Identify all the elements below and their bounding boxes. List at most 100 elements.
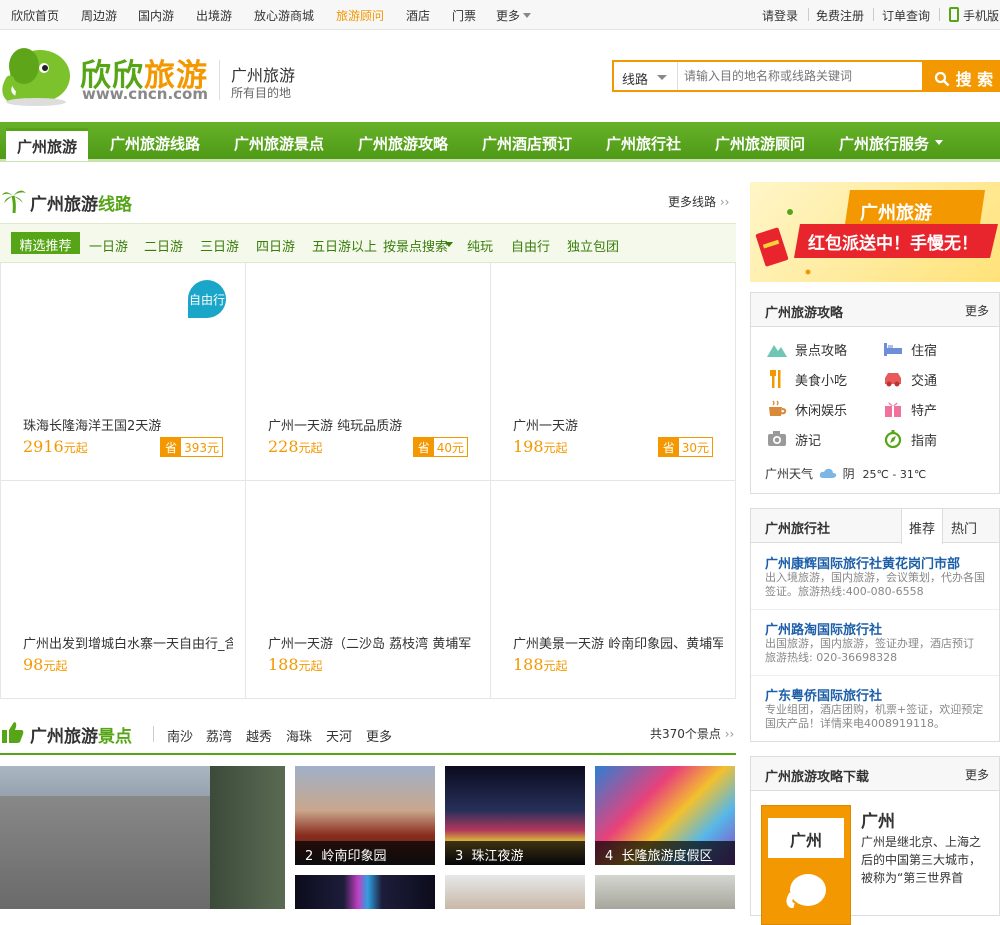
- spot-tab-haizhu[interactable]: 海珠: [286, 726, 312, 745]
- route-price-value: 188: [513, 655, 544, 674]
- divider: [0, 753, 736, 755]
- spot-tab-tianhe[interactable]: 天河: [326, 726, 352, 745]
- download-box-header: 广州旅游攻略下载 更多: [751, 757, 999, 791]
- tab-by-spot[interactable]: 按景点搜索: [383, 236, 448, 255]
- tab-free-travel[interactable]: 自由行: [511, 236, 550, 255]
- save-label: 省: [413, 438, 434, 456]
- tab-recommend[interactable]: 推荐: [901, 509, 943, 544]
- nav-item-services[interactable]: 广州旅行服务: [839, 133, 929, 154]
- guide-item-specialty[interactable]: 特产: [883, 400, 937, 419]
- guide-item-lodging[interactable]: 住宿: [883, 340, 937, 359]
- guide-item-food[interactable]: 美食小吃: [767, 370, 847, 389]
- agency-name-link[interactable]: 广州康辉国际旅行社黄花岗门市部: [765, 553, 960, 572]
- agency-name-link[interactable]: 广州路淘国际旅行社: [765, 619, 882, 638]
- login-link[interactable]: 请登录: [762, 7, 798, 24]
- spot-tab-yuexiu[interactable]: 越秀: [246, 726, 272, 745]
- tab-pure-play[interactable]: 纯玩: [467, 236, 493, 255]
- spot-photo-huangpu[interactable]: [0, 766, 285, 909]
- weather-temp: 25℃ - 31℃: [862, 468, 927, 481]
- nav-item-advisors[interactable]: 广州旅游顾问: [715, 133, 805, 154]
- nav-item-guides[interactable]: 广州旅游攻略: [358, 133, 448, 154]
- spot-photo[interactable]: 3 珠江夜游: [445, 766, 585, 865]
- more-routes-link[interactable]: 更多线路 ››: [668, 193, 729, 210]
- spot-photo[interactable]: 2 岭南印象园: [295, 766, 435, 865]
- top-link-nearby[interactable]: 周边游: [81, 7, 117, 24]
- spot-photo[interactable]: [445, 875, 585, 909]
- tab-three-day[interactable]: 三日游: [200, 236, 239, 255]
- save-label: 省: [658, 438, 679, 456]
- tab-five-day-plus[interactable]: 五日游以上: [312, 236, 377, 255]
- top-link-more[interactable]: 更多: [496, 7, 520, 24]
- route-card[interactable]: 广州一天游 纯玩品质游 228元起 省 40元: [246, 263, 491, 481]
- guide-item-transport[interactable]: 交通: [883, 370, 937, 389]
- save-amount: 393元: [184, 441, 219, 455]
- top-link-tickets[interactable]: 门票: [452, 7, 476, 24]
- top-link-outbound[interactable]: 出境游: [196, 7, 232, 24]
- spot-tab-more[interactable]: 更多: [366, 726, 392, 745]
- nav-item-spots[interactable]: 广州旅游景点: [234, 133, 324, 154]
- nav-item-home[interactable]: 广州旅游: [6, 128, 88, 161]
- guide-more-link[interactable]: 更多: [965, 302, 989, 319]
- download-more-link[interactable]: 更多: [965, 766, 989, 783]
- route-card[interactable]: 广州一天游（二沙岛 荔枝湾 黄埔军 188元起: [246, 481, 491, 699]
- save-amount: 40元: [436, 441, 464, 455]
- book-title: 广州: [768, 818, 844, 858]
- cloud-icon: [819, 468, 837, 478]
- nav-item-agencies[interactable]: 广州旅行社: [606, 133, 681, 154]
- guide-item-compass[interactable]: 指南: [883, 430, 937, 449]
- top-link-advisor[interactable]: 旅游顾问: [336, 7, 384, 24]
- top-link-hotel[interactable]: 酒店: [406, 7, 430, 24]
- search-type-select[interactable]: 线路: [614, 62, 678, 90]
- guide-box-header: 广州旅游攻略 更多: [751, 293, 999, 327]
- route-price: 188元起: [268, 655, 323, 674]
- tab-four-day[interactable]: 四日游: [256, 236, 295, 255]
- guide-item-leisure[interactable]: 休闲娱乐: [767, 400, 847, 419]
- route-price-value: 228: [268, 437, 299, 456]
- route-price-value: 2916: [23, 437, 64, 456]
- save-amount: 30元: [681, 441, 709, 455]
- palm-tree-icon: [2, 190, 26, 213]
- tab-hot[interactable]: 热门: [951, 518, 977, 537]
- weather-label: 广州天气: [765, 467, 814, 481]
- nav-item-routes[interactable]: 广州旅游线路: [110, 133, 200, 154]
- mobile-link[interactable]: 手机版: [963, 7, 999, 24]
- nav-item-hotels[interactable]: 广州酒店预订: [482, 133, 572, 154]
- top-link-mall[interactable]: 放心游商城: [254, 7, 314, 24]
- tab-private-group[interactable]: 独立包团: [567, 236, 619, 255]
- agency-desc: 专业组团，酒店团购，机票+签证，欢迎预定国庆产品！详情来电4008919118。: [765, 703, 984, 730]
- search-box: 线路: [612, 60, 924, 92]
- route-price-unit: 元起: [298, 441, 323, 455]
- spot-count-link[interactable]: 共370个景点 ››: [650, 725, 734, 742]
- route-card[interactable]: 广州一天游 198元起 省 30元: [491, 263, 736, 481]
- download-box: 广州旅游攻略下载 更多 广州 广州 广州是继北京、上海之后的中国第三大城市，被称…: [750, 756, 1000, 925]
- guide-item-travelogue[interactable]: 游记: [767, 430, 821, 449]
- promo-banner[interactable]: 广州旅游 红包派送中！手慢无！: [750, 182, 1000, 282]
- mountain-icon: [767, 345, 787, 357]
- route-card[interactable]: 广州美景一天游 岭南印象园、黄埔军 188元起: [491, 481, 736, 699]
- guide-book-cover[interactable]: 广州: [761, 805, 851, 925]
- spot-photo[interactable]: [295, 875, 435, 909]
- order-query-link[interactable]: 订单查询: [882, 7, 930, 24]
- spots-title-b: 景点: [98, 727, 132, 747]
- tab-two-day[interactable]: 二日游: [144, 236, 183, 255]
- guide-item-spots[interactable]: 景点攻略: [767, 340, 847, 359]
- free-travel-badge: 自由行: [188, 280, 226, 318]
- city-switch-link[interactable]: 所有目的地: [231, 84, 291, 101]
- tab-featured[interactable]: 精选推荐: [11, 232, 80, 254]
- agency-name-link[interactable]: 广东粤侨国际旅行社: [765, 685, 882, 704]
- spot-tab-liwan[interactable]: 荔湾: [206, 726, 232, 745]
- elephant-logo-icon[interactable]: [0, 36, 76, 108]
- route-price: 98元起: [23, 655, 67, 674]
- search-button[interactable]: 搜 索: [924, 60, 1000, 92]
- search-input[interactable]: [680, 62, 920, 90]
- weather-state: 阴: [842, 467, 855, 481]
- spot-tab-nansha[interactable]: 南沙: [167, 726, 193, 745]
- top-link-domestic[interactable]: 国内游: [138, 7, 174, 24]
- register-link[interactable]: 免费注册: [816, 7, 864, 24]
- top-link-home[interactable]: 欣欣首页: [11, 7, 59, 24]
- spot-photo[interactable]: 4 长隆旅游度假区: [595, 766, 735, 865]
- spot-photo[interactable]: [595, 875, 735, 909]
- tab-one-day[interactable]: 一日游: [89, 236, 128, 255]
- agency-desc: 出国旅游，国内旅游，签证办理，酒店预订 旅游热线: 020-36698328: [765, 637, 974, 664]
- route-card[interactable]: 广州出发到增城白水寨一天自由行_含 98元起: [1, 481, 246, 699]
